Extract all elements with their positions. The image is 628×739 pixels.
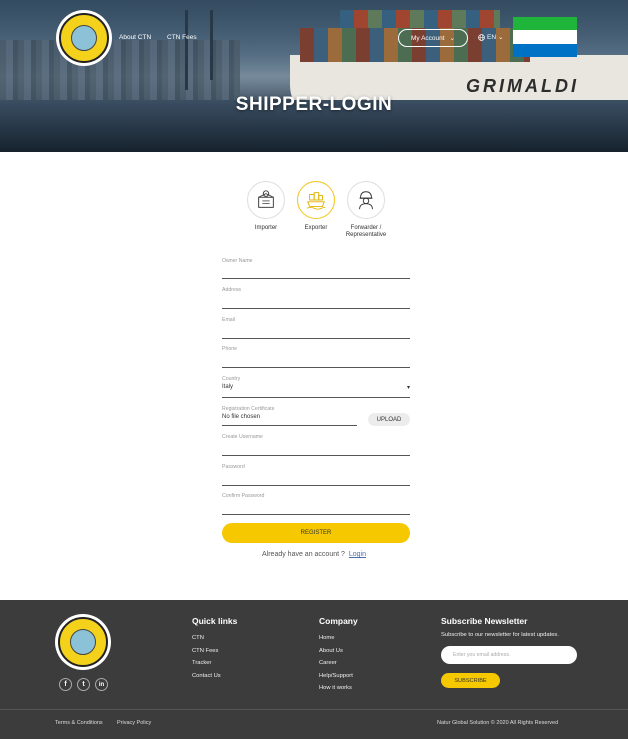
footer-link-help[interactable]: Help/Support (319, 670, 358, 683)
footer: f t in Quick links CTN CTN Fees Tracker … (0, 600, 628, 739)
login-prompt: Already have an account ? Login (0, 551, 628, 558)
newsletter-subtitle: Subscribe to our newsletter for latest u… (441, 632, 559, 638)
footer-link-contact[interactable]: Contact Us (192, 670, 237, 683)
owner-name-label: Owner Name (222, 258, 253, 264)
site-logo[interactable] (56, 10, 112, 66)
role-label: Forwarder / Representative (345, 225, 387, 238)
role-forwarder[interactable]: Forwarder / Representative (336, 181, 396, 239)
newsletter-email-input[interactable]: Enter you email address. (441, 646, 577, 664)
username-label: Create Username (222, 434, 263, 440)
subscribe-button[interactable]: SUBSCRIBE (441, 673, 500, 688)
quick-links-title: Quick links (192, 616, 238, 626)
register-button[interactable]: REGISTER (222, 523, 410, 543)
reg-cert-label: Registration Certificate (222, 406, 275, 412)
page-title: SHIPPER-LOGIN (235, 94, 393, 115)
footer-link-about[interactable]: About Us (319, 645, 358, 658)
exporter-icon (306, 192, 326, 210)
reg-cert-value: No file chosen (222, 414, 261, 420)
chevron-down-icon: ▾ (406, 385, 410, 391)
nav-about-ctn[interactable]: About CTN (119, 34, 151, 41)
footer-link-ctn[interactable]: CTN (192, 632, 237, 645)
footer-logo[interactable] (55, 614, 111, 670)
footer-link-home[interactable]: Home (319, 632, 358, 645)
newsletter-title: Subscribe Newsletter (441, 616, 528, 626)
owner-name-field[interactable]: Owner Name (222, 258, 410, 279)
address-label: Address (222, 287, 242, 293)
copyright: Natur Global Solution © 2020 All Rights … (437, 720, 559, 726)
footer-link-tracker[interactable]: Tracker (192, 657, 237, 670)
email-field[interactable]: Email (222, 317, 410, 339)
terms-link[interactable]: Terms & Conditions (55, 720, 103, 726)
forwarder-icon (359, 191, 373, 210)
my-account-button[interactable]: My Account ⌄ (398, 29, 468, 47)
chevron-down-icon: ⌄ (449, 35, 456, 42)
already-text: Already have an account ? (262, 551, 345, 558)
footer-link-career[interactable]: Career (319, 657, 358, 670)
twitter-icon[interactable]: t (77, 678, 90, 691)
password-label: Password (222, 464, 245, 470)
country-select[interactable]: Country Italy ▾ (222, 376, 410, 398)
facebook-icon[interactable]: f (59, 678, 72, 691)
globe-icon (478, 33, 485, 41)
privacy-link[interactable]: Privacy Policy (117, 720, 151, 726)
my-account-label: My Account (410, 34, 445, 42)
language-label: EN (487, 33, 497, 41)
chevron-down-icon: ⌄ (498, 34, 504, 41)
footer-divider (0, 709, 628, 710)
importer-icon (258, 190, 274, 208)
login-link[interactable]: Login (349, 551, 366, 558)
upload-button[interactable]: UPLOAD (368, 413, 410, 426)
confirm-password-field[interactable]: Confirm Password (222, 493, 410, 515)
email-label: Email (222, 317, 235, 323)
phone-field[interactable]: Phone (222, 346, 410, 368)
language-selector[interactable]: EN ⌄ (478, 33, 503, 41)
country-value: Italy (222, 384, 234, 390)
linkedin-icon[interactable]: in (95, 678, 108, 691)
company-column: Company Home About Us Career Help/Suppor… (319, 616, 358, 695)
country-label: Country (222, 376, 241, 382)
username-field[interactable]: Create Username (222, 434, 410, 456)
address-field[interactable]: Address (222, 287, 410, 309)
footer-link-how-it-works[interactable]: How it works (319, 682, 358, 695)
nav-ctn-fees[interactable]: CTN Fees (167, 34, 197, 41)
registration-certificate-field[interactable]: Registration Certificate No file chosen (222, 406, 357, 426)
footer-link-ctn-fees[interactable]: CTN Fees (192, 645, 237, 658)
city-skyline (0, 40, 240, 100)
confirm-password-label: Confirm Password (222, 493, 265, 499)
phone-label: Phone (222, 346, 238, 352)
company-title: Company (319, 616, 358, 626)
password-field[interactable]: Password (222, 464, 410, 486)
sierra-leone-flag-icon (513, 17, 577, 57)
newsletter-column: Subscribe Newsletter Subscribe to our ne… (441, 616, 559, 638)
quick-links-column: Quick links CTN CTN Fees Tracker Contact… (192, 616, 237, 682)
